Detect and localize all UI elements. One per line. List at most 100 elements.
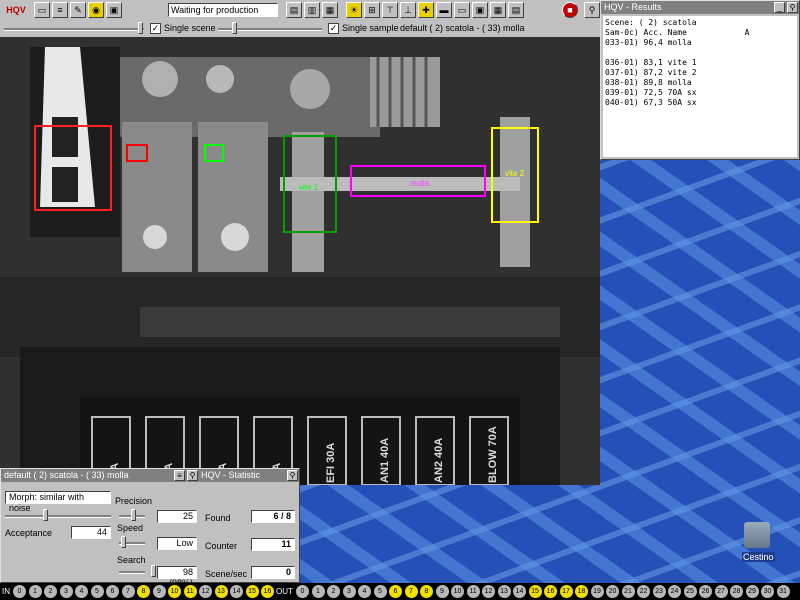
io-input-indicator: 11	[183, 585, 197, 598]
roi-vite-2[interactable]: vite 2	[491, 127, 539, 223]
tool-3-icon[interactable]: ⊥	[400, 2, 416, 18]
io-output-indicator: 17	[559, 585, 573, 598]
io-output-indicator: 29	[745, 585, 759, 598]
main-toolbar: HQV ▭ ≡ ✎ ◉ ▣ Waiting for production syn…	[0, 0, 600, 27]
speed-label: Speed	[117, 523, 144, 533]
roi-vite-1[interactable]: vite 1	[283, 135, 337, 233]
precision-slider-thumb[interactable]	[131, 509, 136, 521]
io-output-indicator: 18	[575, 585, 588, 598]
roi-red[interactable]	[126, 144, 148, 162]
morph-field[interactable]: Morph: similar with noise	[5, 491, 111, 513]
search-field[interactable]: 98 (98%)	[157, 566, 197, 588]
fuse-label: EFI 30A	[325, 443, 337, 483]
link-icon[interactable]: ⚲	[787, 2, 798, 13]
io-output-indicator: 13	[497, 585, 511, 598]
io-input-indicator: 7	[121, 585, 135, 598]
tool-2-icon[interactable]: ⊤	[382, 2, 398, 18]
results-line: 036-01) 83,1 vite 1	[605, 58, 697, 67]
tool-7-icon[interactable]: ▣	[472, 2, 488, 18]
link-icon[interactable]: ⚲	[584, 2, 600, 18]
tool-8-icon[interactable]: ▦	[490, 2, 506, 18]
minimize-icon[interactable]: _	[774, 2, 785, 13]
io-input-indicator: 4	[75, 585, 88, 598]
acceptance-slider-thumb[interactable]	[43, 509, 48, 521]
stop-icon[interactable]: ■	[562, 2, 578, 18]
io-output-indicator: 1	[311, 585, 325, 598]
camera-view[interactable]: 30A 40A 70A 30A EFI 30A AN1 40A AN2 40A …	[0, 37, 600, 485]
settings-icon[interactable]: ≡	[52, 2, 68, 18]
acceptance-slider-track[interactable]	[5, 515, 111, 518]
io-output-indicator: 21	[621, 585, 635, 598]
io-input-indicator: 6	[106, 585, 119, 598]
results-line: 033-01) 96,4 molla	[605, 38, 692, 47]
tool-6-icon[interactable]: ▭	[454, 2, 470, 18]
io-output-indicator: 5	[373, 585, 387, 598]
io-input-indicator: 9	[152, 585, 166, 598]
acceptance-label: Acceptance	[5, 528, 53, 538]
single-scene-label: Single scene	[164, 23, 216, 33]
monitor-icon[interactable]: ▣	[106, 2, 122, 18]
results-title: HQV - Results	[604, 2, 662, 12]
roi-green[interactable]	[204, 144, 224, 162]
results-line: 038-01) 89,8 molla	[605, 78, 692, 87]
status-field: Waiting for production sync	[168, 3, 278, 27]
results-line: 040-01) 67,3 50A sx	[605, 98, 697, 107]
scenesec-label: Scene/sec	[205, 569, 248, 579]
roi-molla[interactable]: molla	[350, 165, 486, 197]
io-input-indicator: 12	[199, 585, 212, 598]
search-slider-track[interactable]	[119, 571, 145, 574]
results-line: 039-01) 72,5 70A sx	[605, 88, 697, 97]
close-icon[interactable]: ⚲	[287, 470, 298, 481]
camera-image: 30A 40A 70A 30A EFI 30A AN1 40A AN2 40A …	[0, 37, 600, 485]
zoom-slider-track[interactable]	[4, 28, 144, 31]
tools-icon[interactable]: ✎	[70, 2, 86, 18]
io-output-indicator: 19	[590, 585, 604, 598]
io-output-indicator: 12	[482, 585, 495, 598]
io-input-indicator: 3	[59, 585, 73, 598]
io-output-indicator: 14	[513, 585, 526, 598]
zoom-slider-thumb[interactable]	[138, 22, 143, 34]
io-output-indicator: 4	[358, 585, 371, 598]
tool-4-icon[interactable]: ✚	[418, 2, 434, 18]
tool-1-icon[interactable]: ⊞	[364, 2, 380, 18]
io-output-indicator: 9	[435, 585, 449, 598]
io-output-indicator: 27	[714, 585, 728, 598]
recycle-bin-label[interactable]: Cestino	[742, 552, 775, 562]
lamp-icon[interactable]: ☀	[346, 2, 362, 18]
results-title-bar[interactable]: HQV - Results _ ⚲	[601, 1, 799, 14]
speed-field[interactable]: Low	[157, 537, 197, 550]
io-output-indicator: 11	[466, 585, 480, 598]
io-output-indicator: 30	[761, 585, 774, 598]
camera-icon[interactable]: ◉	[88, 2, 104, 18]
io-input-indicator: 1	[28, 585, 42, 598]
speed-slider-thumb[interactable]	[121, 536, 126, 548]
single-scene-checkbox[interactable]: ✓	[150, 23, 161, 34]
tool-9-icon[interactable]: ▤	[508, 2, 524, 18]
io-output-indicator: 6	[389, 585, 402, 598]
grid-icon[interactable]: ≡	[174, 470, 185, 481]
precision-field[interactable]: 25	[157, 510, 197, 523]
hqv-logo: HQV	[6, 5, 26, 15]
parameters-window[interactable]: default ( 2) scatola - ( 33) molla ≡ HQV…	[0, 468, 300, 588]
tool-5-icon[interactable]: ▬	[436, 2, 452, 18]
acceptance-field[interactable]: 44	[71, 526, 111, 539]
stop-view-icon[interactable]: ▥	[304, 2, 320, 18]
exposure-slider-thumb[interactable]	[232, 22, 237, 34]
parameters-title-bar[interactable]: default ( 2) scatola - ( 33) molla ≡ HQV…	[1, 469, 299, 482]
io-output-indicator: 15	[528, 585, 542, 598]
link-icon[interactable]: ⚲	[187, 470, 198, 481]
statistic-title: HQV - Statistic	[201, 470, 261, 480]
new-icon[interactable]: ▭	[34, 2, 50, 18]
search-slider-thumb[interactable]	[151, 565, 156, 577]
results-log: Scene: ( 2) scatola Sam-0c) Acc. Name A 03…	[603, 16, 797, 157]
recycle-bin-icon[interactable]	[744, 522, 770, 548]
io-input-indicator: 16	[261, 585, 274, 598]
results-window[interactable]: HQV - Results _ ⚲ Scene: ( 2) scatola Sam…	[600, 0, 800, 160]
io-input-indicator: 0	[13, 585, 26, 598]
grid-icon[interactable]: ▦	[322, 2, 338, 18]
parameters-title: default ( 2) scatola - ( 33) molla	[4, 470, 129, 480]
single-sample-checkbox[interactable]: ✓	[328, 23, 339, 34]
io-input-indicator: 14	[230, 585, 243, 598]
roi-clip[interactable]	[34, 125, 112, 211]
view-icon[interactable]: ▤	[286, 2, 302, 18]
